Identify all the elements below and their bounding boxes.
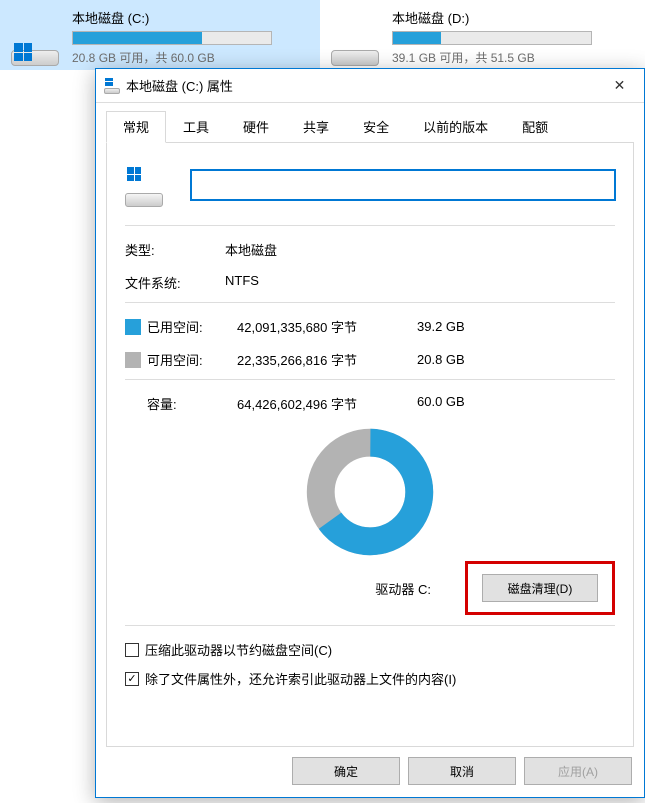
dialog-titlebar[interactable]: 本地磁盘 (C:) 属性 ✕ (96, 69, 644, 103)
drive-item-d[interactable]: 本地磁盘 (D:) 39.1 GB 可用，共 51.5 GB (320, 0, 640, 70)
index-label: 除了文件属性外，还允许索引此驱动器上文件的内容(I) (145, 669, 456, 688)
type-value: 本地磁盘 (225, 240, 615, 259)
dialog-title: 本地磁盘 (C:) 属性 (126, 76, 597, 95)
tab-hardware[interactable]: 硬件 (226, 111, 286, 143)
properties-dialog: 本地磁盘 (C:) 属性 ✕ 常规 工具 硬件 共享 安全 以前的版本 配额 类… (95, 68, 645, 798)
tab-content-general: 类型: 本地磁盘 文件系统: NTFS 已用空间: 42,091,335,680… (106, 142, 634, 747)
drive-label: 驱动器 C: (375, 579, 431, 598)
tab-bar: 常规 工具 硬件 共享 安全 以前的版本 配额 (96, 103, 644, 143)
drive-icon (104, 78, 120, 94)
tab-tools[interactable]: 工具 (166, 111, 226, 143)
checkbox-icon[interactable] (125, 643, 139, 657)
used-swatch (125, 319, 141, 335)
used-readable: 39.2 GB (417, 319, 497, 334)
type-label: 类型: (125, 240, 225, 259)
explorer-drive-list: 本地磁盘 (C:) 20.8 GB 可用，共 60.0 GB 本地磁盘 (D:)… (0, 0, 645, 70)
drive-name: 本地磁盘 (C:) (72, 8, 310, 27)
capacity-bytes: 64,426,602,496 字节 (237, 394, 417, 413)
free-swatch (125, 352, 141, 368)
cancel-button[interactable]: 取消 (408, 757, 516, 785)
drive-icon (330, 16, 380, 66)
tab-previous-versions[interactable]: 以前的版本 (406, 111, 505, 143)
filesystem-value: NTFS (225, 273, 615, 292)
drive-name: 本地磁盘 (D:) (392, 8, 630, 27)
tab-sharing[interactable]: 共享 (286, 111, 346, 143)
used-label: 已用空间: (147, 317, 237, 336)
close-button[interactable]: ✕ (597, 71, 642, 101)
apply-button[interactable]: 应用(A) (524, 757, 632, 785)
dialog-button-row: 确定 取消 应用(A) (96, 747, 644, 797)
volume-label-input[interactable] (191, 170, 615, 200)
drive-icon (125, 163, 165, 207)
tab-quota[interactable]: 配额 (505, 111, 565, 143)
tab-security[interactable]: 安全 (346, 111, 406, 143)
index-checkbox-row[interactable]: ✓ 除了文件属性外，还允许索引此驱动器上文件的内容(I) (125, 669, 615, 688)
divider (125, 379, 615, 380)
tab-general[interactable]: 常规 (106, 111, 166, 143)
drive-sub: 39.1 GB 可用，共 51.5 GB (392, 49, 630, 66)
capacity-readable: 60.0 GB (417, 394, 497, 413)
drive-sub: 20.8 GB 可用，共 60.0 GB (72, 49, 310, 66)
divider (125, 225, 615, 226)
drive-usage-bar (72, 31, 272, 45)
drive-usage-bar (392, 31, 592, 45)
usage-pie-chart (125, 427, 615, 557)
compress-label: 压缩此驱动器以节约磁盘空间(C) (145, 640, 332, 659)
capacity-label: 容量: (147, 394, 237, 413)
compress-checkbox-row[interactable]: 压缩此驱动器以节约磁盘空间(C) (125, 640, 615, 659)
free-label: 可用空间: (147, 350, 237, 369)
drive-item-c[interactable]: 本地磁盘 (C:) 20.8 GB 可用，共 60.0 GB (0, 0, 320, 70)
used-bytes: 42,091,335,680 字节 (237, 317, 417, 336)
free-readable: 20.8 GB (417, 352, 497, 367)
free-bytes: 22,335,266,816 字节 (237, 350, 417, 369)
disk-cleanup-button[interactable]: 磁盘清理(D) (482, 574, 598, 602)
highlight-annotation: 磁盘清理(D) (465, 561, 615, 615)
drive-icon (10, 16, 60, 66)
divider (125, 625, 615, 626)
checkbox-icon[interactable]: ✓ (125, 672, 139, 686)
ok-button[interactable]: 确定 (292, 757, 400, 785)
divider (125, 302, 615, 303)
filesystem-label: 文件系统: (125, 273, 225, 292)
